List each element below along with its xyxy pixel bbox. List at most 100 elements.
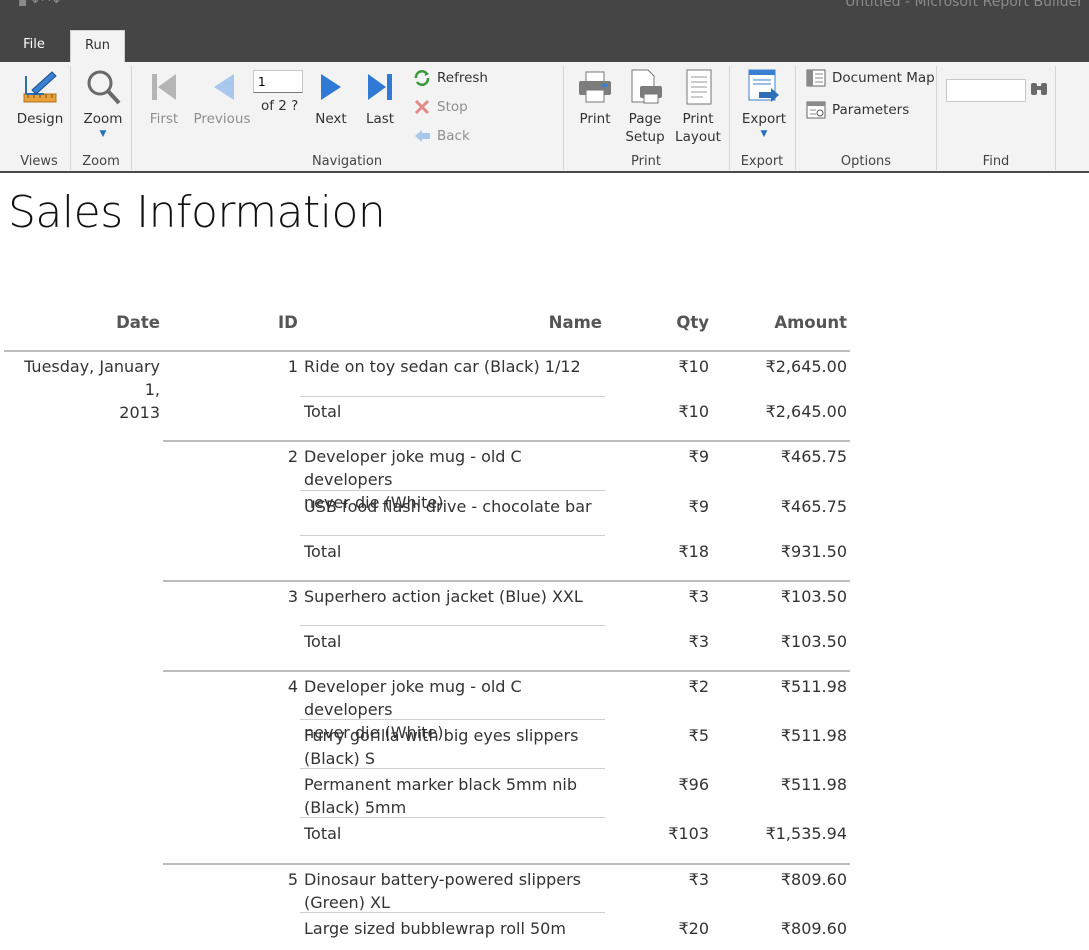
print-label: Print bbox=[579, 111, 611, 127]
refresh-label: Refresh bbox=[437, 70, 488, 86]
print-button[interactable]: Print bbox=[572, 68, 618, 128]
export-dropdown-arrow[interactable]: ▼ bbox=[736, 128, 792, 140]
item-name: Furry gorilla with big eyes slippers (Bl… bbox=[304, 724, 604, 770]
item-name: Large sized bubblewrap roll 50m bbox=[304, 917, 604, 940]
item-name-line1: Dinosaur battery-powered slippers bbox=[304, 870, 582, 889]
item-amount: ₹511.98 bbox=[780, 726, 847, 745]
page-setup-icon bbox=[631, 69, 662, 104]
quick-access-icons[interactable]: ▪ ↶ ↷ bbox=[18, 0, 60, 10]
page-number-input[interactable] bbox=[253, 70, 303, 93]
previous-page-button[interactable]: Previous bbox=[192, 68, 252, 128]
total-qty: ₹10 bbox=[678, 402, 709, 421]
item-amount: ₹511.98 bbox=[780, 677, 847, 696]
next-page-icon bbox=[321, 74, 341, 100]
row-divider bbox=[300, 719, 605, 720]
previous-page-icon bbox=[214, 74, 234, 100]
design-icon bbox=[23, 71, 57, 103]
ribbon: Design Views Zoom ▼ Zoom First Previous … bbox=[0, 62, 1089, 173]
item-amount: ₹103.50 bbox=[780, 587, 847, 606]
item-qty: ₹9 bbox=[688, 447, 709, 466]
first-page-icon bbox=[152, 74, 176, 100]
design-button[interactable]: Design bbox=[12, 68, 68, 128]
binoculars-icon[interactable] bbox=[1029, 80, 1049, 98]
item-name-line2: (Black) 5mm bbox=[304, 798, 407, 817]
last-page-button[interactable]: Last bbox=[358, 68, 402, 128]
group-id: 5 bbox=[287, 870, 298, 889]
total-amount: ₹103.50 bbox=[780, 632, 847, 651]
page-count-label: of 2 ? bbox=[261, 98, 299, 114]
first-page-button[interactable]: First bbox=[140, 68, 188, 128]
next-page-button[interactable]: Next bbox=[308, 68, 354, 128]
parameters-icon bbox=[806, 101, 826, 119]
item-qty: ₹3 bbox=[688, 870, 709, 889]
print-layout-button[interactable]: Print Layout bbox=[674, 68, 722, 146]
tab-file[interactable]: File bbox=[12, 30, 56, 62]
page-setup-button[interactable]: Page Setup bbox=[622, 68, 668, 146]
back-button[interactable]: Back bbox=[413, 125, 470, 147]
options-group-label: Options bbox=[840, 154, 892, 169]
date-line-2: 2013 bbox=[119, 403, 160, 422]
header-date: Date bbox=[116, 313, 160, 332]
header-qty: Qty bbox=[676, 313, 709, 332]
print-layout-icon bbox=[686, 69, 712, 105]
item-name: Ride on toy sedan car (Black) 1/12 bbox=[304, 355, 604, 378]
item-qty: ₹3 bbox=[688, 587, 709, 606]
zoom-label: Zoom bbox=[83, 111, 123, 127]
refresh-button[interactable]: Refresh bbox=[413, 67, 488, 89]
zoom-button[interactable]: Zoom ▼ bbox=[76, 68, 130, 140]
header-amount: Amount bbox=[774, 313, 847, 332]
find-input[interactable] bbox=[946, 79, 1026, 102]
separator bbox=[1055, 66, 1056, 170]
export-button[interactable]: Export ▼ bbox=[736, 68, 792, 140]
item-qty: ₹20 bbox=[678, 919, 709, 938]
stop-button[interactable]: Stop bbox=[413, 96, 468, 118]
date-cell: Tuesday, January 1, 2013 bbox=[4, 355, 160, 424]
total-qty: ₹3 bbox=[688, 632, 709, 651]
item-amount: ₹465.75 bbox=[780, 497, 847, 516]
item-name: Dinosaur battery-powered slippers (Green… bbox=[304, 868, 604, 914]
print-layout-label-1: Print bbox=[682, 111, 714, 127]
total-amount: ₹931.50 bbox=[780, 542, 847, 561]
export-label: Export bbox=[741, 111, 787, 127]
row-divider bbox=[300, 625, 605, 626]
item-amount: ₹809.60 bbox=[780, 919, 847, 938]
refresh-icon bbox=[414, 70, 430, 86]
app-title: Untitled - Microsoft Report Builder bbox=[845, 0, 1083, 10]
row-divider bbox=[300, 535, 605, 536]
row-divider bbox=[300, 490, 605, 491]
group-id: 3 bbox=[287, 587, 298, 606]
zoom-magnifier-icon bbox=[87, 70, 121, 105]
group-divider bbox=[163, 440, 850, 442]
tab-run[interactable]: Run bbox=[70, 30, 125, 62]
total-label: Total bbox=[304, 402, 342, 421]
item-qty: ₹96 bbox=[678, 775, 709, 794]
total-qty: ₹18 bbox=[678, 542, 709, 561]
zoom-dropdown-arrow[interactable]: ▼ bbox=[76, 128, 130, 140]
back-label: Back bbox=[437, 128, 470, 144]
header-divider bbox=[4, 350, 850, 352]
total-label: Total bbox=[304, 632, 342, 651]
back-arrow-icon bbox=[415, 130, 430, 142]
total-label: Total bbox=[304, 824, 342, 843]
row-divider bbox=[300, 912, 605, 913]
title-bar: ▪ ↶ ↷ Untitled - Microsoft Report Builde… bbox=[0, 0, 1089, 62]
print-group-label: Print bbox=[631, 154, 661, 169]
page-setup-label-2: Setup bbox=[625, 129, 665, 145]
group-id: 2 bbox=[287, 447, 298, 466]
report-viewer: Sales Information Date ID Name Qty Amoun… bbox=[0, 175, 1089, 950]
item-name-line1: Superhero action jacket (Blue) XXL bbox=[304, 587, 583, 606]
parameters-label: Parameters bbox=[832, 102, 910, 118]
item-name: Superhero action jacket (Blue) XXL bbox=[304, 585, 604, 608]
item-name: Permanent marker black 5mm nib (Black) 5… bbox=[304, 773, 604, 819]
find-group-label: Find bbox=[982, 154, 1010, 169]
item-name-line1: Furry gorilla with big eyes slippers bbox=[304, 726, 579, 745]
item-name-line1: USB food flash drive - chocolate bar bbox=[304, 497, 592, 516]
document-map-button[interactable]: Document Map bbox=[806, 67, 935, 89]
item-amount: ₹2,645.00 bbox=[765, 357, 847, 376]
group-id: 4 bbox=[287, 677, 298, 696]
parameters-button[interactable]: Parameters bbox=[806, 99, 909, 121]
item-amount: ₹511.98 bbox=[780, 775, 847, 794]
total-qty: ₹103 bbox=[668, 824, 709, 843]
navigation-group-label: Navigation bbox=[311, 154, 383, 169]
item-name-line1: Developer joke mug - old C developers bbox=[304, 677, 522, 719]
